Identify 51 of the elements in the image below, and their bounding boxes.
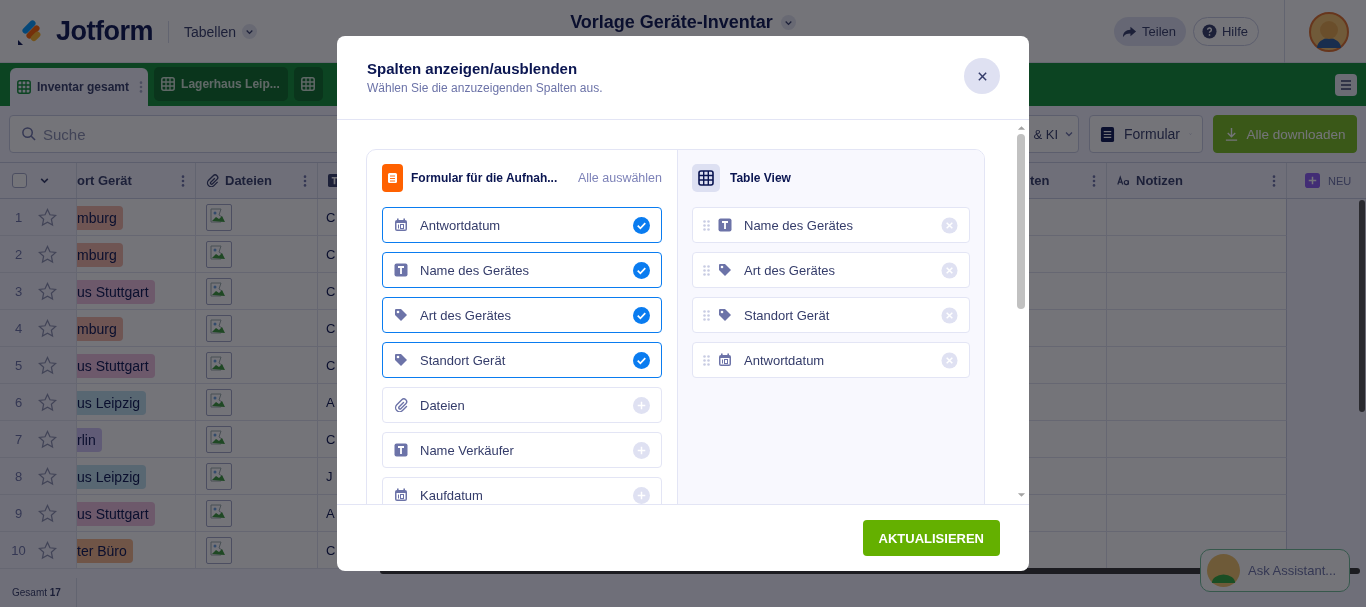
- sheet-tab[interactable]: Inventar gesamt: [10, 68, 149, 106]
- form-title: Formular für die Aufnah...: [411, 171, 558, 185]
- location-tag: us Stuttgart: [77, 279, 155, 304]
- new-column-button[interactable]: NEU: [1297, 173, 1352, 188]
- column-header[interactable]: ort Gerät: [77, 173, 132, 188]
- selected-column[interactable]: Antwortdatum: [692, 342, 970, 378]
- view-title: Table View: [730, 171, 791, 185]
- column-header[interactable]: ten: [1030, 173, 1050, 188]
- assistant-button[interactable]: Ask Assistant...: [1200, 549, 1350, 592]
- total-count: Gesamt 17: [12, 587, 61, 598]
- location-tag: mburg: [77, 316, 123, 341]
- dialog-title: Spalten anzeigen/ausblenden: [367, 60, 579, 77]
- selected-column[interactable]: Art des Gerätes: [692, 252, 970, 288]
- field-option[interactable]: Dateien: [382, 387, 662, 423]
- field-option[interactable]: Name Verkäufer: [382, 432, 662, 468]
- location-tag: us Stuttgart: [77, 501, 155, 526]
- row-number: 6: [13, 394, 24, 410]
- row-number: 5: [13, 357, 24, 373]
- row-number: 10: [10, 542, 27, 558]
- location-tag: us Leipzig: [77, 390, 147, 415]
- field-option[interactable]: Antwortdatum: [382, 207, 662, 243]
- tables-menu[interactable]: Tabellen: [184, 23, 258, 40]
- row-number: 8: [13, 468, 24, 484]
- field-option[interactable]: Standort Gerät: [382, 342, 662, 378]
- location-tag: mburg: [77, 205, 123, 230]
- field-option[interactable]: Kaufdatum: [382, 477, 662, 504]
- row-number: 1: [13, 209, 24, 225]
- select-all-link[interactable]: Alle auswählen: [577, 171, 662, 185]
- location-tag: ter Büro: [77, 538, 133, 563]
- location-tag: rlin: [77, 427, 102, 452]
- sheet-tab[interactable]: Lagerhaus Leip...: [154, 67, 288, 101]
- form-dropdown[interactable]: Formular: [1089, 115, 1203, 153]
- logo-text: Jotform: [56, 16, 153, 47]
- row-number: 3: [13, 283, 24, 299]
- selected-column[interactable]: Name des Gerätes: [692, 207, 970, 243]
- location-tag: mburg: [77, 242, 123, 267]
- field-option[interactable]: Name des Gerätes: [382, 252, 662, 288]
- selected-column[interactable]: Standort Gerät: [692, 297, 970, 333]
- row-number: 2: [13, 246, 24, 262]
- row-number: 7: [13, 431, 24, 447]
- dialog-subtitle: Wählen Sie die anzuzeigenden Spalten aus.: [367, 81, 603, 95]
- row-number: 9: [13, 505, 24, 521]
- row-number: 4: [13, 320, 24, 336]
- column-header[interactable]: Dateien: [225, 173, 272, 188]
- location-tag: us Leipzig: [77, 464, 147, 489]
- document-title[interactable]: Vorlage Geräte-Inventar: [570, 13, 773, 32]
- field-option[interactable]: Art des Gerätes: [382, 297, 662, 333]
- share-button[interactable]: Teilen: [1114, 17, 1186, 46]
- location-tag: us Stuttgart: [77, 353, 155, 378]
- update-button[interactable]: AKTUALISIEREN: [862, 520, 1000, 556]
- column-header[interactable]: Notizen: [1136, 173, 1183, 188]
